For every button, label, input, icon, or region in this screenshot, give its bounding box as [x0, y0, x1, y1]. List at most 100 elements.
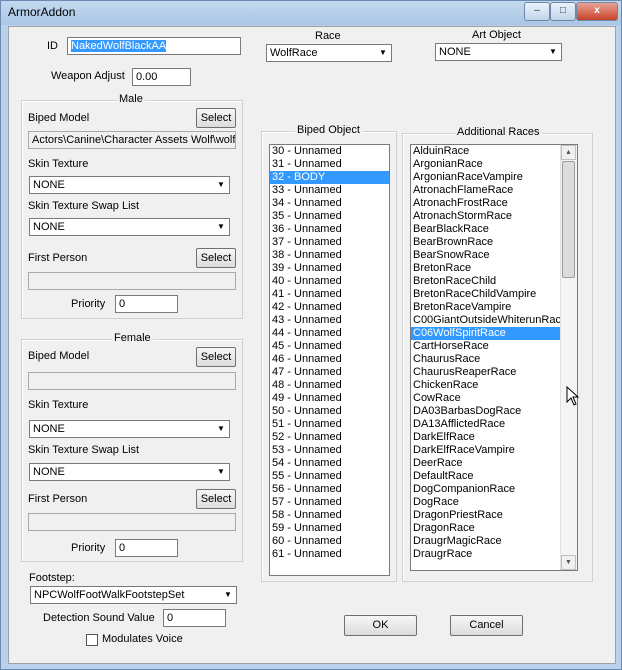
list-item[interactable]: 48 - Unnamed: [270, 379, 389, 392]
list-item[interactable]: 51 - Unnamed: [270, 418, 389, 431]
list-item[interactable]: 34 - Unnamed: [270, 197, 389, 210]
male-skin-texture-select[interactable]: NONE ▼: [29, 176, 230, 194]
list-item[interactable]: BretonRaceChildVampire: [411, 288, 577, 301]
scroll-thumb[interactable]: [562, 161, 575, 278]
list-item[interactable]: 47 - Unnamed: [270, 366, 389, 379]
list-item[interactable]: ChaurusReaperRace: [411, 366, 577, 379]
list-item[interactable]: DA13AfflictedRace: [411, 418, 577, 431]
maximize-button[interactable]: □: [550, 2, 576, 21]
list-item[interactable]: C00GiantOutsideWhiterunRace: [411, 314, 577, 327]
list-item[interactable]: AlduinRace: [411, 145, 577, 158]
list-item[interactable]: 53 - Unnamed: [270, 444, 389, 457]
art-object-select[interactable]: NONE ▼: [435, 43, 562, 61]
modulates-voice-checkbox[interactable]: [86, 634, 98, 646]
list-item[interactable]: DeerRace: [411, 457, 577, 470]
list-item[interactable]: 59 - Unnamed: [270, 522, 389, 535]
list-item[interactable]: DA03BarbasDogRace: [411, 405, 577, 418]
ok-button[interactable]: OK: [344, 615, 417, 636]
list-item[interactable]: AtronachStormRace: [411, 210, 577, 223]
list-item[interactable]: 58 - Unnamed: [270, 509, 389, 522]
female-skin-texture-select[interactable]: NONE ▼: [29, 420, 230, 438]
list-item[interactable]: 41 - Unnamed: [270, 288, 389, 301]
male-priority-input[interactable]: 0: [115, 295, 178, 313]
detection-sound-input[interactable]: 0: [163, 609, 226, 627]
female-biped-model-select-button[interactable]: Select: [196, 347, 236, 367]
list-item[interactable]: 50 - Unnamed: [270, 405, 389, 418]
cancel-button[interactable]: Cancel: [450, 615, 523, 636]
list-item[interactable]: 40 - Unnamed: [270, 275, 389, 288]
list-item[interactable]: 52 - Unnamed: [270, 431, 389, 444]
additional-races-group: Additional Races AlduinRace ArgonianRace A…: [402, 126, 593, 582]
scroll-up-icon[interactable]: ▲: [561, 145, 576, 160]
male-biped-model-select-button[interactable]: Select: [196, 108, 236, 128]
list-item[interactable]: DarkElfRace: [411, 431, 577, 444]
list-item[interactable]: 32 - BODY: [270, 171, 389, 184]
list-item[interactable]: BearBrownRace: [411, 236, 577, 249]
title-bar[interactable]: ArmorAddon – □ x: [1, 1, 621, 25]
female-biped-model-path: [28, 372, 236, 390]
list-item[interactable]: DarkElfRaceVampire: [411, 444, 577, 457]
list-item[interactable]: ArgonianRaceVampire: [411, 171, 577, 184]
list-item[interactable]: 42 - Unnamed: [270, 301, 389, 314]
list-item[interactable]: 36 - Unnamed: [270, 223, 389, 236]
list-item[interactable]: 33 - Unnamed: [270, 184, 389, 197]
list-item[interactable]: ChaurusRace: [411, 353, 577, 366]
weapon-adjust-label: Weapon Adjust: [51, 70, 125, 82]
list-item[interactable]: BretonRace: [411, 262, 577, 275]
list-item[interactable]: 46 - Unnamed: [270, 353, 389, 366]
list-item[interactable]: 38 - Unnamed: [270, 249, 389, 262]
list-item[interactable]: 37 - Unnamed: [270, 236, 389, 249]
list-item[interactable]: 39 - Unnamed: [270, 262, 389, 275]
list-item[interactable]: DraugrMagicRace: [411, 535, 577, 548]
list-item[interactable]: 61 - Unnamed: [270, 548, 389, 561]
list-item[interactable]: BretonRaceChild: [411, 275, 577, 288]
list-item[interactable]: ArgonianRace: [411, 158, 577, 171]
additional-races-list[interactable]: AlduinRace ArgonianRace ArgonianRaceVampir…: [410, 144, 578, 571]
scroll-down-icon[interactable]: ▼: [561, 555, 576, 570]
list-item[interactable]: 56 - Unnamed: [270, 483, 389, 496]
id-label: ID: [47, 40, 58, 52]
list-item[interactable]: 49 - Unnamed: [270, 392, 389, 405]
list-item[interactable]: BretonRaceVampire: [411, 301, 577, 314]
male-first-person-select-button[interactable]: Select: [196, 248, 236, 268]
list-item[interactable]: 60 - Unnamed: [270, 535, 389, 548]
list-item[interactable]: AtronachFlameRace: [411, 184, 577, 197]
female-priority-input[interactable]: 0: [115, 539, 178, 557]
female-swap-list-select[interactable]: NONE ▼: [29, 463, 230, 481]
list-item[interactable]: 35 - Unnamed: [270, 210, 389, 223]
races-scrollbar[interactable]: ▲ ▼: [560, 145, 577, 570]
list-item[interactable]: 43 - Unnamed: [270, 314, 389, 327]
list-item[interactable]: BearBlackRace: [411, 223, 577, 236]
female-first-person-label: First Person: [28, 493, 88, 505]
list-item[interactable]: DefaultRace: [411, 470, 577, 483]
list-item[interactable]: 44 - Unnamed: [270, 327, 389, 340]
footstep-select[interactable]: NPCWolfFootWalkFootstepSet ▼: [30, 586, 237, 604]
biped-object-list[interactable]: 30 - Unnamed 31 - Unnamed 32 - BODY 33 - Un…: [269, 144, 390, 576]
female-first-person-select-button[interactable]: Select: [196, 489, 236, 509]
list-item[interactable]: 30 - Unnamed: [270, 145, 389, 158]
race-select[interactable]: WolfRace ▼: [266, 44, 392, 62]
list-item[interactable]: DragonPriestRace: [411, 509, 577, 522]
list-item[interactable]: DogRace: [411, 496, 577, 509]
list-item[interactable]: DraugrRace: [411, 548, 577, 561]
list-item[interactable]: DogCompanionRace: [411, 483, 577, 496]
list-item[interactable]: BearSnowRace: [411, 249, 577, 262]
male-first-person-label: First Person: [28, 252, 88, 264]
close-button[interactable]: x: [576, 2, 618, 21]
list-item[interactable]: 57 - Unnamed: [270, 496, 389, 509]
id-input[interactable]: NakedWolfBlackAA: [67, 37, 241, 55]
minimize-button[interactable]: –: [524, 2, 550, 21]
list-item[interactable]: 45 - Unnamed: [270, 340, 389, 353]
male-swap-list-select[interactable]: NONE ▼: [29, 218, 230, 236]
list-item[interactable]: ChickenRace: [411, 379, 577, 392]
list-item[interactable]: DragonRace: [411, 522, 577, 535]
list-item[interactable]: CartHorseRace: [411, 340, 577, 353]
list-item[interactable]: C06WolfSpiritRace: [411, 327, 577, 340]
list-item[interactable]: 31 - Unnamed: [270, 158, 389, 171]
modulates-voice-label: Modulates Voice: [102, 633, 183, 645]
list-item[interactable]: CowRace: [411, 392, 577, 405]
list-item[interactable]: 55 - Unnamed: [270, 470, 389, 483]
list-item[interactable]: 54 - Unnamed: [270, 457, 389, 470]
weapon-adjust-input[interactable]: 0.00: [132, 68, 191, 86]
list-item[interactable]: AtronachFrostRace: [411, 197, 577, 210]
